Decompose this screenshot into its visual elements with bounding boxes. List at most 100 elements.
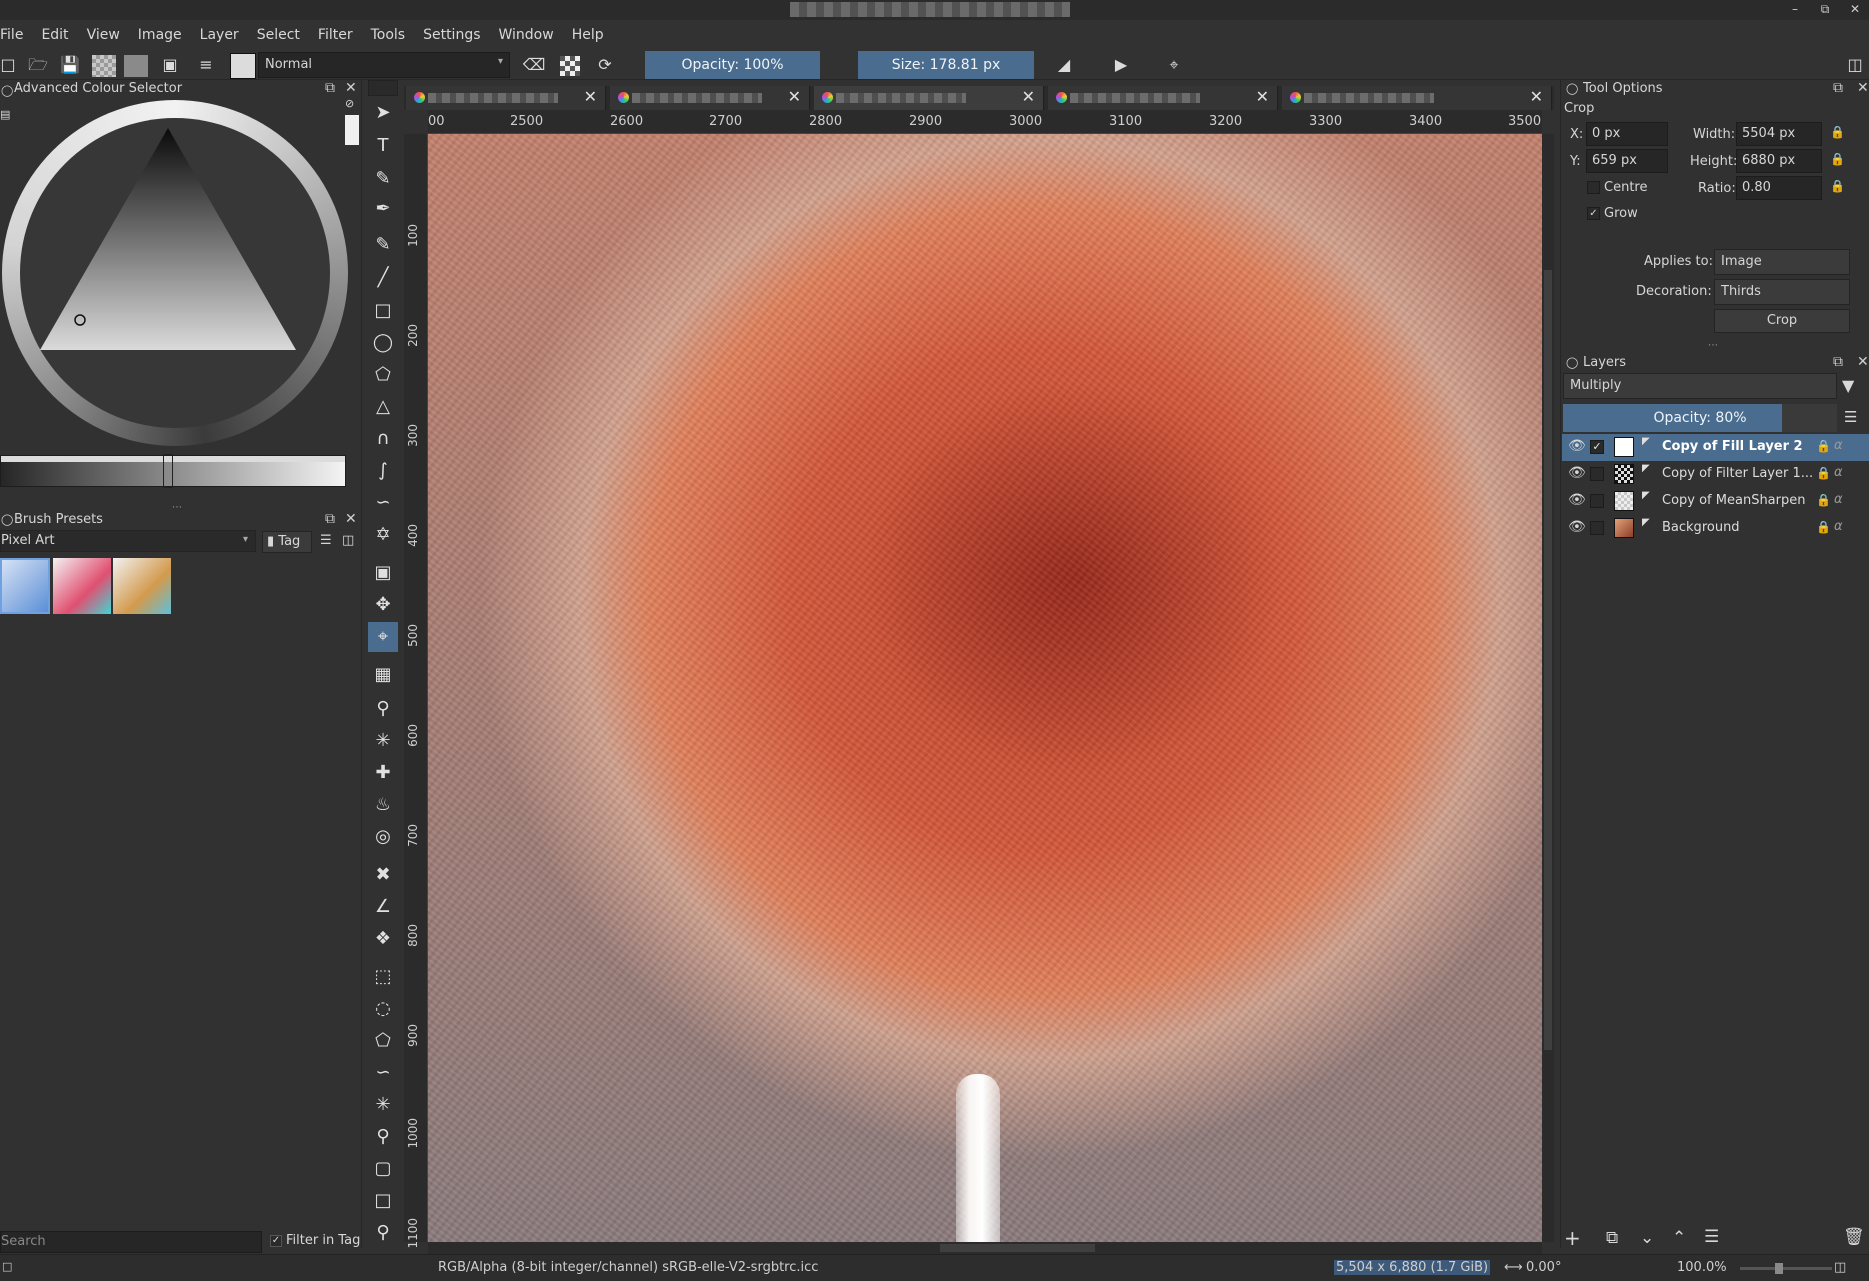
close-panel-icon[interactable]: ✕ xyxy=(1857,80,1869,96)
rect-select-tool-icon[interactable]: ⬚ xyxy=(370,964,396,990)
fill-tool-icon[interactable]: ♨ xyxy=(370,792,396,818)
close-tab-icon[interactable]: ✕ xyxy=(1256,87,1269,106)
preset-tag-select[interactable]: Pixel Art xyxy=(0,530,256,552)
wrap-around-icon[interactable]: ⌖ xyxy=(1162,53,1186,77)
alpha-lock-icon[interactable]: α xyxy=(1834,492,1843,507)
mirror-horizontal-icon[interactable]: ◢ xyxy=(1052,53,1076,77)
fit-view-icon[interactable]: ◫ xyxy=(1834,1260,1846,1275)
applies-to-select[interactable]: Image xyxy=(1714,249,1850,275)
calligraphy-tool-icon[interactable]: ✒ xyxy=(370,196,396,222)
dynamic-brush-tool-icon[interactable]: ∽ xyxy=(370,490,396,516)
layer-lock-icon[interactable]: 🔒 xyxy=(1816,439,1831,453)
preset-search-input[interactable]: Search xyxy=(0,1231,262,1253)
add-layer-icon[interactable]: + xyxy=(1564,1226,1581,1250)
layer-select-checkbox[interactable]: ✓ xyxy=(1590,440,1604,454)
close-window-icon[interactable]: ✕ xyxy=(1843,0,1867,20)
menu-help[interactable]: Help xyxy=(563,20,613,50)
size-slider[interactable]: Size: 178.81 px xyxy=(858,51,1034,79)
crop-width-input[interactable]: 5504 px xyxy=(1736,122,1822,146)
freehand-select-tool-icon[interactable]: ∽ xyxy=(370,1060,396,1086)
menu-image[interactable]: Image xyxy=(129,20,191,50)
move-tool-icon[interactable]: ✥ xyxy=(370,592,396,618)
duplicate-layer-icon[interactable]: ⧉ xyxy=(1606,1228,1618,1248)
multibrush-tool-icon[interactable]: ✡ xyxy=(370,522,396,548)
rotation-icon[interactable]: ⟷ xyxy=(1504,1260,1523,1275)
document-tab[interactable]: ✕ xyxy=(406,86,606,110)
dock-toggle-icon[interactable]: ◫ xyxy=(1843,53,1867,77)
menu-file[interactable]: File xyxy=(0,20,32,50)
brush-preset-icon[interactable] xyxy=(230,53,256,79)
layer-row[interactable]: 👁 ◤ Background 🔒 α xyxy=(1562,515,1869,542)
close-tab-icon[interactable]: ✕ xyxy=(584,87,597,106)
gradient-icon[interactable] xyxy=(124,55,148,77)
crop-tool-icon[interactable]: ⌖ xyxy=(368,622,398,652)
float-panel-icon[interactable]: ⧉ xyxy=(1833,80,1843,96)
layer-select-checkbox[interactable] xyxy=(1590,467,1604,481)
opacity-slider[interactable]: Opacity: 100% xyxy=(645,51,820,79)
delete-layer-icon[interactable]: 🗑 xyxy=(1843,1227,1865,1247)
pattern-icon[interactable] xyxy=(92,55,116,77)
menu-filter[interactable]: Filter xyxy=(309,20,362,50)
ellipse-select-tool-icon[interactable]: ◌ xyxy=(370,996,396,1022)
height-lock-icon[interactable]: 🔒 xyxy=(1830,152,1846,170)
rectangle-tool-icon[interactable]: □ xyxy=(370,298,396,324)
layer-row[interactable]: 👁 ◤ Copy of MeanSharpen 🔒 α xyxy=(1562,488,1869,515)
value-strip-handle[interactable] xyxy=(163,454,173,488)
visibility-eye-icon[interactable]: 👁 xyxy=(1568,438,1586,454)
value-strip[interactable] xyxy=(0,455,346,487)
close-tab-icon[interactable]: ✕ xyxy=(1022,87,1035,106)
filter-icon[interactable]: ▼ xyxy=(1842,376,1854,395)
view-list-icon[interactable]: ☰ xyxy=(320,533,332,548)
mirror-vertical-icon[interactable]: ▶ xyxy=(1109,53,1133,77)
gradient-tool-icon[interactable]: ▦ xyxy=(370,662,396,688)
close-tab-icon[interactable]: ✕ xyxy=(1530,87,1543,106)
alpha-lock-icon[interactable]: α xyxy=(1834,438,1843,453)
zoom-slider-handle[interactable] xyxy=(1775,1263,1783,1274)
measure-tool-icon[interactable]: ∠ xyxy=(370,894,396,920)
layer-row[interactable]: 👁 ◤ Copy of Filter Layer 1... 🔒 α xyxy=(1562,461,1869,488)
float-panel-icon[interactable]: ⧉ xyxy=(325,511,335,527)
ellipse-tool-icon[interactable]: ◯ xyxy=(370,330,396,356)
filter-in-tag-checkbox[interactable]: ✓ xyxy=(270,1235,282,1247)
magnetic-select-tool-icon[interactable]: □ xyxy=(370,1188,396,1214)
maximize-icon[interactable]: ⧉ xyxy=(1813,0,1837,20)
colour-history-swatch[interactable] xyxy=(345,115,359,145)
lock-icon[interactable]: ◯ xyxy=(1,513,13,526)
zoom-slider[interactable] xyxy=(1740,1267,1832,1270)
image-canvas[interactable] xyxy=(428,134,1542,1242)
layer-lock-icon[interactable]: 🔒 xyxy=(1816,466,1831,480)
edit-shapes-tool-icon[interactable]: ✎ xyxy=(370,166,396,192)
assistant-tool-icon[interactable]: ✖ xyxy=(370,862,396,888)
crop-height-input[interactable]: 6880 px xyxy=(1736,149,1822,173)
history-icon[interactable]: ⊘ xyxy=(345,97,359,115)
lock-icon[interactable]: ◯ xyxy=(1566,82,1578,95)
brush-preset-thumb[interactable] xyxy=(53,558,111,614)
enclose-fill-tool-icon[interactable]: ◎ xyxy=(370,824,396,850)
close-panel-icon[interactable]: ✕ xyxy=(345,511,357,527)
menu-view[interactable]: View xyxy=(78,20,129,50)
preserve-alpha-icon[interactable] xyxy=(560,56,580,76)
lock-icon[interactable]: ◯ xyxy=(1566,356,1578,369)
new-document-icon[interactable]: □ xyxy=(0,53,20,77)
menu-settings[interactable]: Settings xyxy=(414,20,489,50)
splitter-handle[interactable]: ⋯ xyxy=(172,502,182,513)
preset-editor-icon[interactable]: ≡ xyxy=(194,53,218,77)
layer-row[interactable]: 👁 ✓ ◤ Copy of Fill Layer 2 🔒 α xyxy=(1562,434,1869,461)
vertical-scroll-thumb[interactable] xyxy=(1544,270,1552,1050)
zoom-tool-icon[interactable]: ⚲ xyxy=(370,1220,396,1246)
visibility-eye-icon[interactable]: 👁 xyxy=(1568,519,1586,535)
width-lock-icon[interactable]: 🔒 xyxy=(1830,125,1846,143)
lock-icon[interactable]: ◯ xyxy=(1,84,13,97)
close-tab-icon[interactable]: ✕ xyxy=(788,87,801,106)
colorize-mask-tool-icon[interactable]: ✳ xyxy=(370,728,396,754)
document-tab[interactable]: ✕ xyxy=(610,86,810,110)
text-tool-icon[interactable]: T xyxy=(370,133,396,159)
polyline-tool-icon[interactable]: △ xyxy=(370,394,396,420)
layer-properties-icon[interactable]: ☰ xyxy=(1704,1227,1719,1247)
visibility-eye-icon[interactable]: 👁 xyxy=(1568,492,1586,508)
ratio-lock-icon[interactable]: 🔒 xyxy=(1830,179,1846,197)
reference-tool-icon[interactable]: ❖ xyxy=(370,926,396,952)
tag-button[interactable]: ▮ Tag xyxy=(262,531,312,553)
polygon-select-tool-icon[interactable]: ⬠ xyxy=(370,1028,396,1054)
horizontal-scroll-thumb[interactable] xyxy=(940,1244,1095,1252)
